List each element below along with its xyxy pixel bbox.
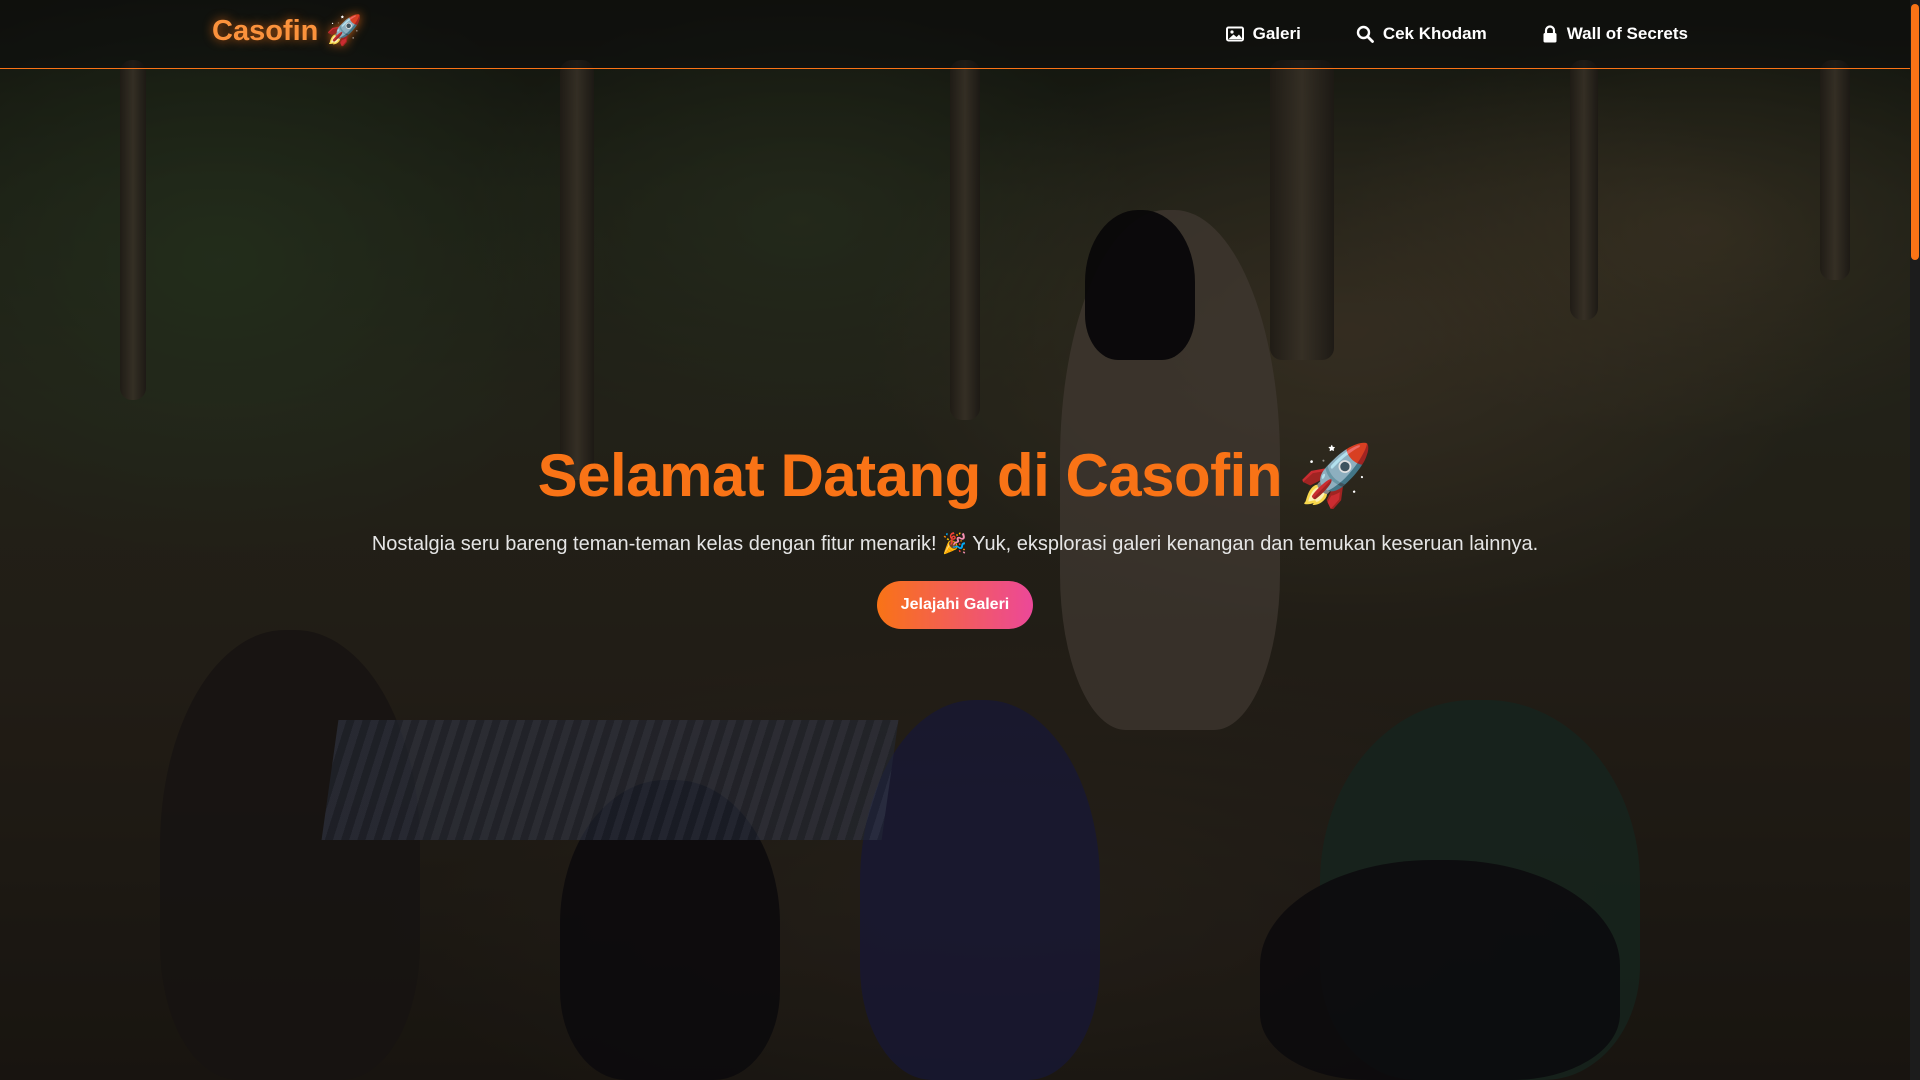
- scrollbar-thumb[interactable]: [1911, 4, 1919, 260]
- hero-title: Selamat Datang di Casofin 🚀: [537, 442, 1373, 509]
- nav-link-cek-khodam-label: Cek Khodam: [1382, 24, 1487, 43]
- top-navbar: Casofin 🚀 Galeri Cek Khodam Wall of Secr…: [0, 0, 1910, 69]
- image-icon: [1225, 26, 1244, 42]
- hero-section: Selamat Datang di Casofin 🚀 Nostalgia se…: [0, 440, 1910, 629]
- nav-link-wall-of-secrets[interactable]: Wall of Secrets: [1542, 24, 1688, 44]
- nav-link-cek-khodam[interactable]: Cek Khodam: [1356, 24, 1487, 44]
- explore-gallery-button[interactable]: Jelajahi Galeri: [876, 581, 1034, 629]
- page: Casofin 🚀 Galeri Cek Khodam Wall of Secr…: [0, 0, 1920, 1080]
- nav-link-galeri[interactable]: Galeri: [1225, 24, 1301, 44]
- page-scrollbar[interactable]: [1910, 0, 1920, 1080]
- search-icon: [1356, 25, 1374, 43]
- brand-logo[interactable]: Casofin 🚀: [212, 14, 363, 48]
- nav-link-wall-of-secrets-label: Wall of Secrets: [1566, 24, 1688, 43]
- nav-link-galeri-label: Galeri: [1252, 24, 1301, 43]
- hero-subtitle: Nostalgia seru bareng teman-teman kelas …: [371, 533, 1539, 555]
- nav-links: Galeri Cek Khodam Wall of Secrets: [1225, 0, 1688, 68]
- lock-icon: [1543, 25, 1557, 43]
